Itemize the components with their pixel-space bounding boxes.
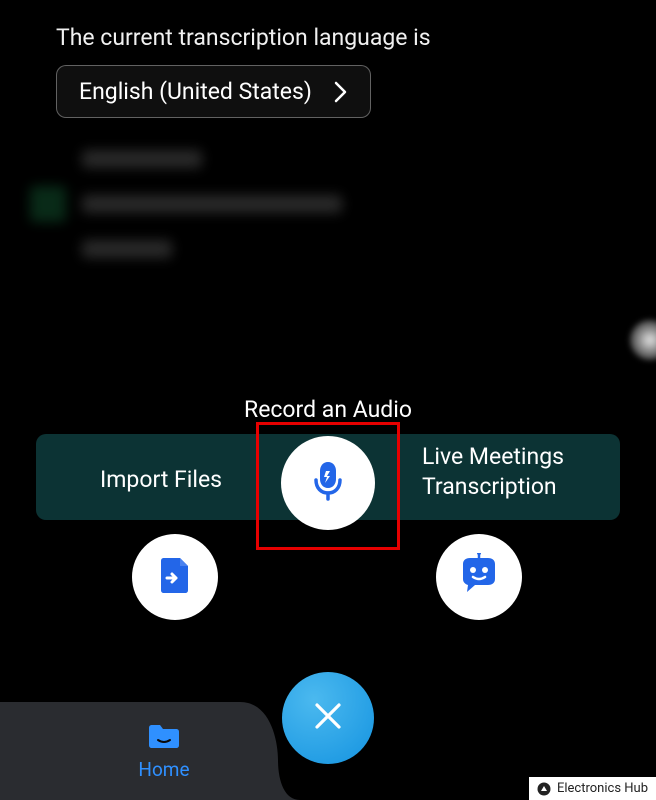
import-files-label: Import Files — [100, 466, 222, 493]
language-caption: The current transcription language is — [56, 24, 600, 51]
language-selector[interactable]: English (United States) — [56, 65, 371, 118]
microphone-icon — [305, 458, 351, 508]
background-list-blur — [30, 150, 626, 290]
import-files-button[interactable] — [132, 534, 218, 620]
watermark-logo-icon — [537, 782, 551, 796]
watermark-text: Electronics Hub — [557, 781, 648, 796]
nav-home[interactable]: Home — [0, 702, 328, 800]
file-import-icon — [154, 554, 196, 600]
language-selected-value: English (United States) — [79, 78, 312, 105]
bot-icon — [457, 553, 501, 601]
live-meetings-button[interactable] — [436, 534, 522, 620]
action-sheet: Record an Audio Import Files Live Meetin… — [0, 390, 656, 800]
nav-home-label: Home — [138, 758, 189, 781]
chevron-right-icon — [334, 81, 348, 103]
record-audio-button[interactable] — [281, 436, 375, 530]
nav-mine-label: Mine — [471, 759, 513, 782]
profile-icon — [477, 721, 507, 755]
edge-glow — [630, 320, 656, 360]
close-fab-button[interactable] — [282, 672, 374, 764]
watermark: Electronics Hub — [529, 777, 656, 800]
live-meetings-label: Live Meetings Transcription — [422, 442, 564, 502]
folder-icon — [147, 722, 181, 754]
record-audio-label: Record an Audio — [244, 396, 412, 423]
close-icon — [311, 699, 345, 737]
